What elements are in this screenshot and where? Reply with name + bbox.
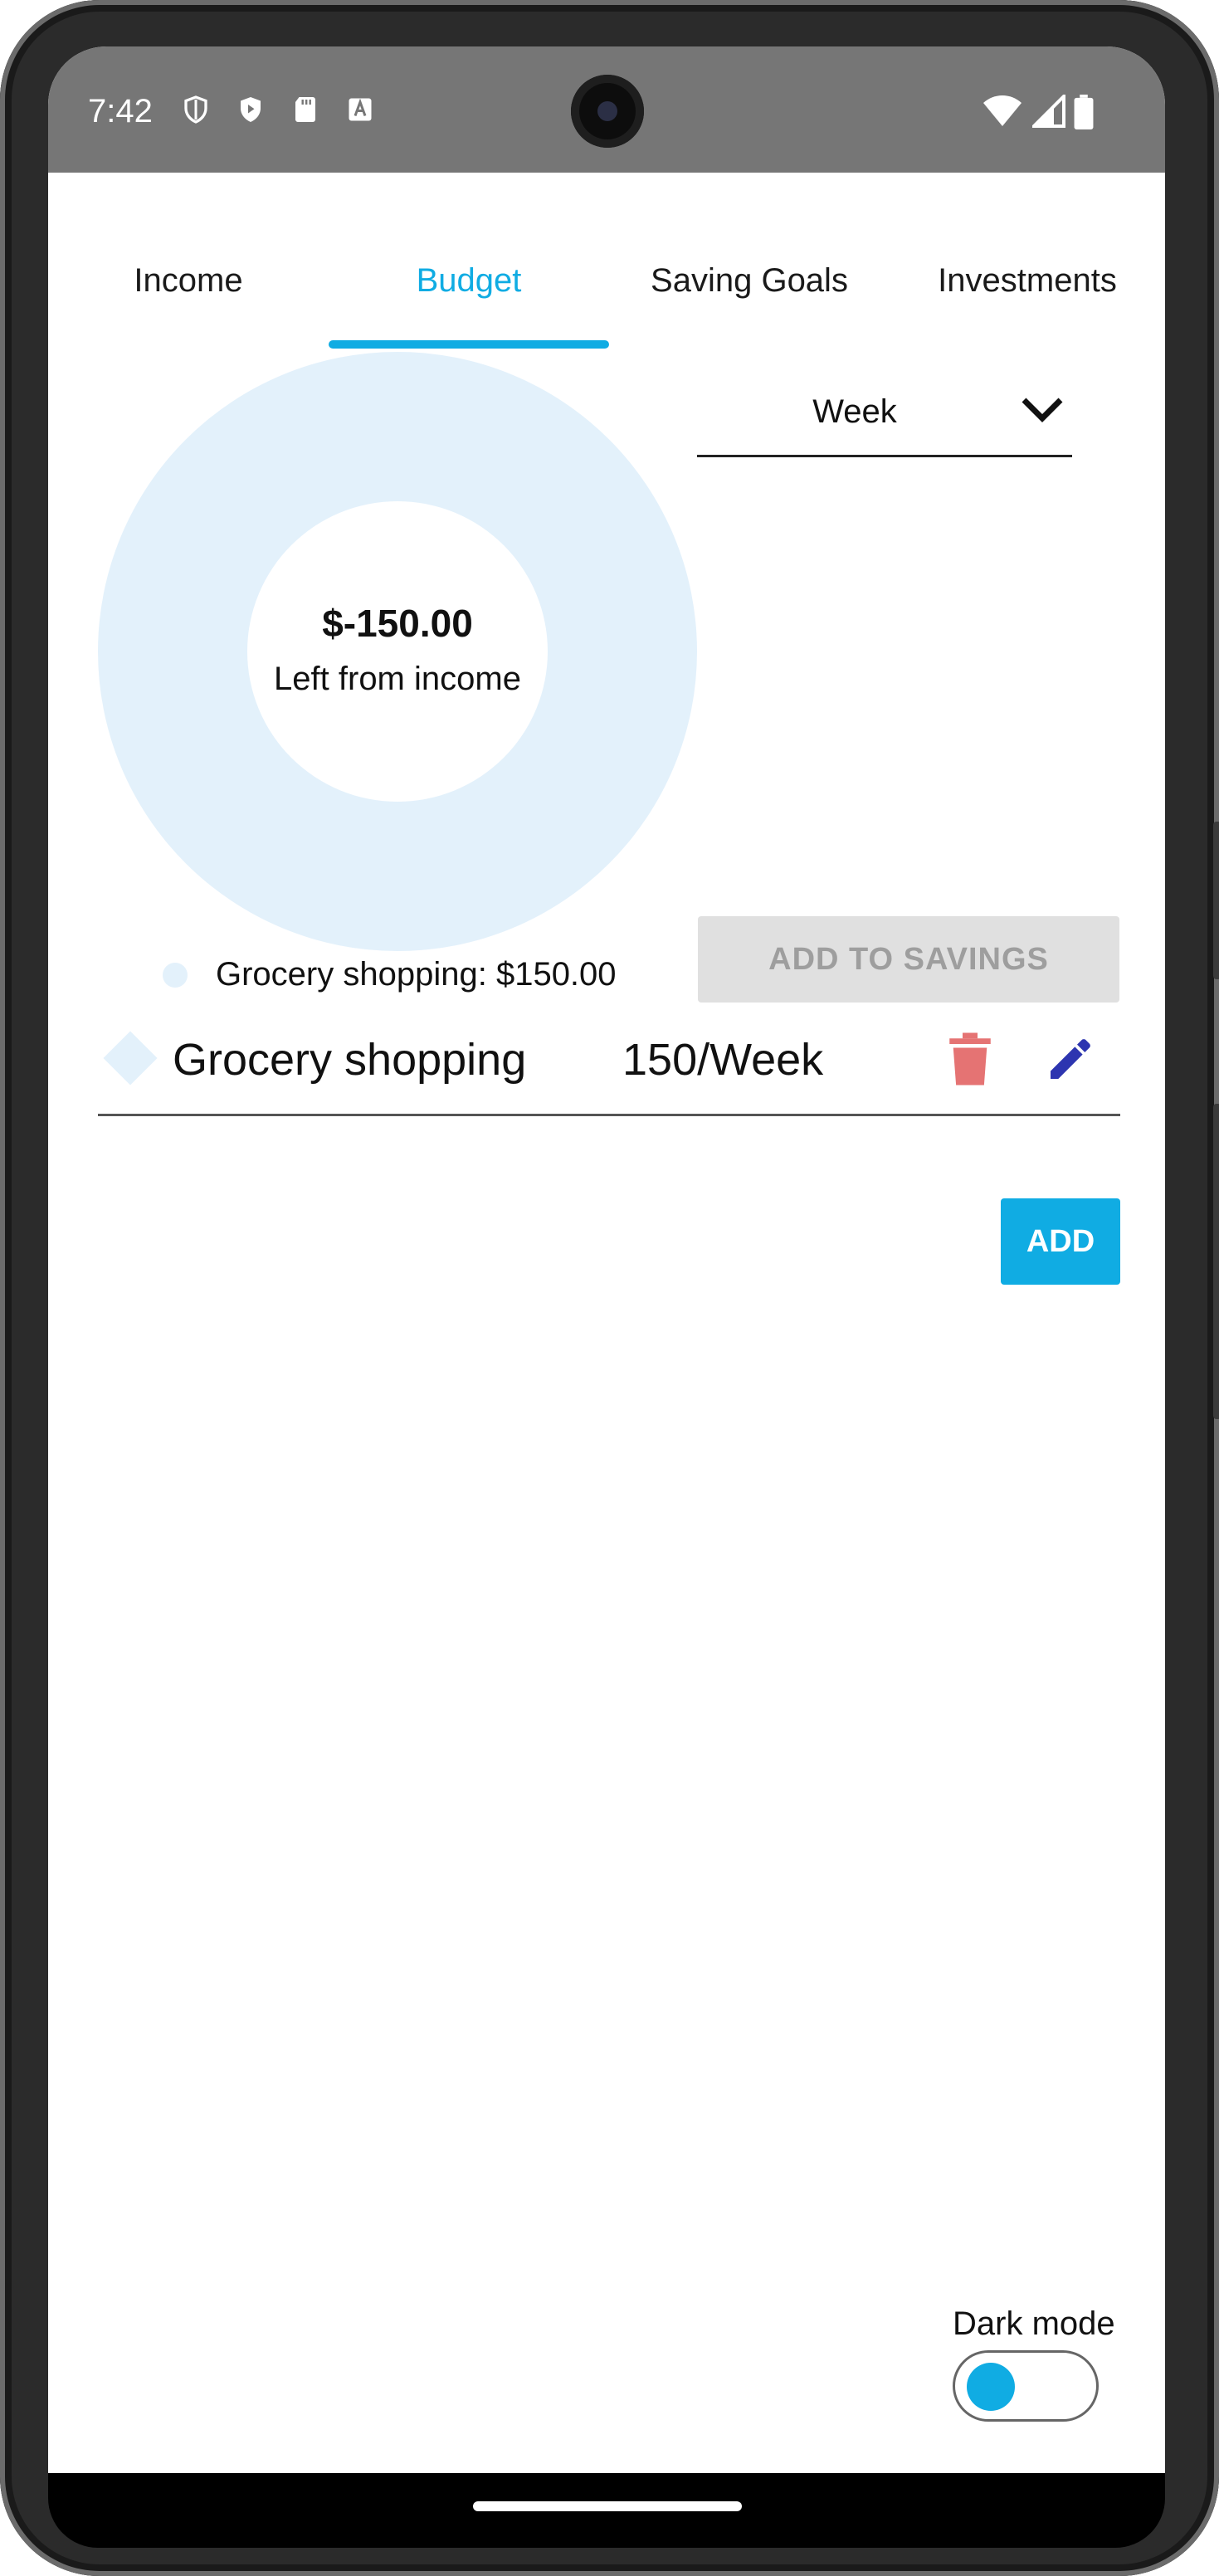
text-a-icon	[349, 98, 372, 121]
battery-icon	[1074, 95, 1094, 129]
home-gesture-bar[interactable]	[473, 2501, 742, 2511]
dark-mode-label: Dark mode	[953, 2305, 1115, 2342]
budget-item-row: Grocery shopping 150/Week	[98, 1014, 1120, 1116]
add-budget-button[interactable]: ADD	[1001, 1198, 1120, 1285]
donut-center	[247, 501, 548, 802]
tab-income[interactable]: Income	[48, 256, 329, 305]
budget-item-amount: 150/Week	[622, 1035, 824, 1085]
add-to-savings-button[interactable]: ADD TO SAVINGS	[698, 916, 1119, 1003]
budget-item-name: Grocery shopping	[173, 1035, 527, 1085]
chevron-down-icon	[1022, 398, 1063, 422]
tab-bar: Income Budget Saving Goals Investments	[48, 173, 1165, 350]
front-camera	[571, 75, 644, 148]
remaining-caption: Left from income	[274, 661, 521, 697]
period-dropdown-value: Week	[812, 393, 897, 430]
dark-mode-toggle[interactable]	[953, 2350, 1099, 2422]
app-screen: 7:42 Income Budget Saving Goals Investme…	[48, 46, 1165, 2473]
status-time: 7:42	[88, 93, 153, 129]
toggle-knob	[967, 2363, 1015, 2411]
period-dropdown[interactable]: Week	[697, 375, 1072, 457]
volume-button	[1213, 822, 1219, 979]
tab-investments[interactable]: Investments	[890, 256, 1165, 305]
tab-saving-goals[interactable]: Saving Goals	[609, 256, 890, 305]
tab-budget[interactable]: Budget	[329, 256, 609, 305]
chart-legend-item: Grocery shopping: $150.00	[216, 956, 617, 993]
active-tab-indicator	[329, 340, 609, 349]
delete-icon[interactable]	[948, 1032, 992, 1086]
wifi-icon	[983, 95, 1022, 126]
shield-outline-icon	[184, 95, 207, 124]
sd-card-icon	[295, 97, 315, 122]
power-button	[1213, 1104, 1219, 1419]
status-bar: 7:42	[48, 46, 1165, 173]
cell-signal-icon	[1032, 95, 1065, 128]
remaining-amount: $-150.00	[322, 602, 473, 645]
play-shield-icon	[241, 97, 261, 122]
category-color-icon	[103, 1031, 158, 1086]
edit-pencil-icon[interactable]	[1044, 1032, 1097, 1086]
legend-color-dot	[163, 963, 188, 988]
